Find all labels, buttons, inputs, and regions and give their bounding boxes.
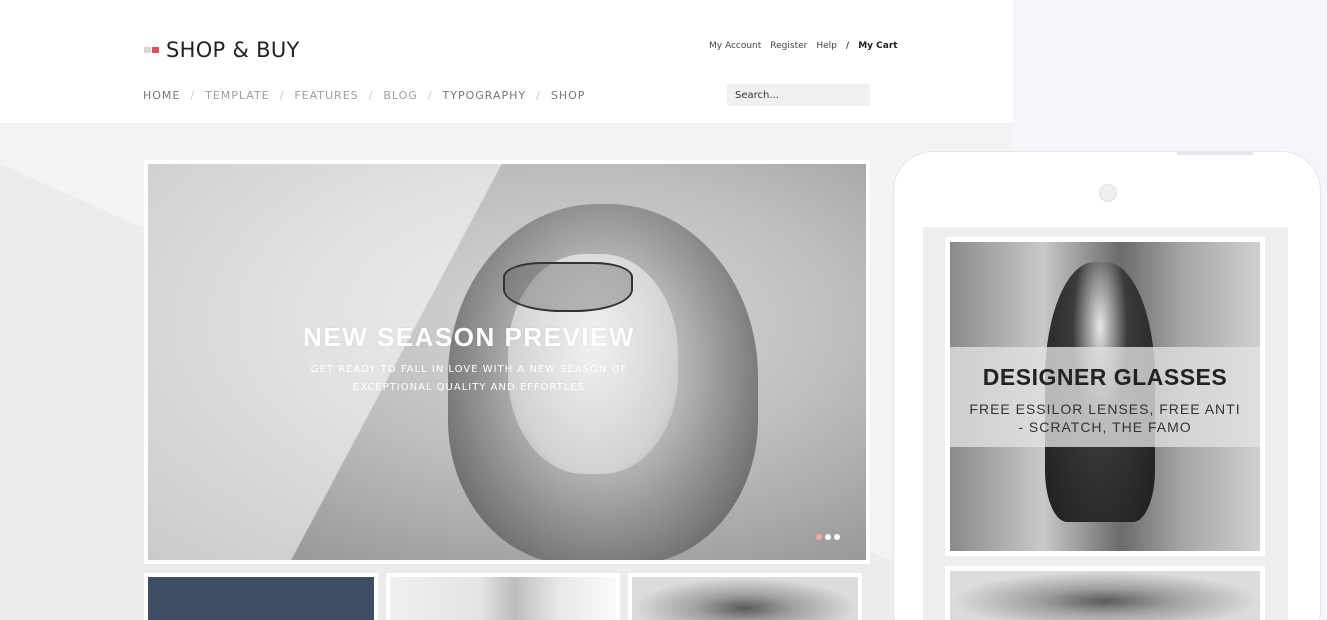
phone-speaker bbox=[1177, 151, 1253, 155]
feature-thumbnails bbox=[144, 573, 862, 620]
my-cart-link[interactable]: My Cart bbox=[858, 41, 897, 51]
nav-separator: / bbox=[190, 89, 196, 102]
thumbnail-image bbox=[148, 577, 374, 620]
register-link[interactable]: Register bbox=[770, 41, 807, 51]
nav-separator: / bbox=[279, 89, 285, 102]
slider-dot-1[interactable] bbox=[816, 534, 822, 540]
slider-dot-2[interactable] bbox=[825, 534, 831, 540]
mobile-promo-image: DESIGNER GLASSES FREE ESSILOR LENSES, FR… bbox=[950, 242, 1260, 551]
help-link[interactable]: Help bbox=[816, 41, 837, 51]
account-links: My Account Register Help / My Cart bbox=[709, 41, 898, 51]
hero-slide[interactable]: NEW SEASON PREVIEW GET READY TO FALL IN … bbox=[148, 164, 866, 560]
logo-mark-icon bbox=[144, 47, 159, 53]
thumbnail-card[interactable] bbox=[628, 573, 862, 620]
nav-item-home[interactable]: HOME bbox=[143, 89, 180, 102]
logo-text: SHOP & BUY bbox=[166, 38, 300, 62]
hero-subtitle-line2: EXCEPTIONAL QUALITY AND EFFORTLES bbox=[352, 382, 586, 393]
my-account-link[interactable]: My Account bbox=[709, 41, 761, 51]
main-nav: HOME / TEMPLATE / FEATURES / BLOG / TYPO… bbox=[143, 89, 585, 102]
thumbnail-card[interactable] bbox=[386, 573, 620, 620]
logo[interactable]: SHOP & BUY bbox=[144, 38, 300, 62]
thumbnail-image bbox=[390, 577, 616, 620]
nav-item-typography[interactable]: TYPOGRAPHY bbox=[443, 89, 527, 102]
phone-camera-icon bbox=[1099, 184, 1117, 202]
mobile-promo-title: DESIGNER GLASSES bbox=[982, 364, 1228, 390]
site-header: SHOP & BUY My Account Register Help / My… bbox=[0, 0, 1013, 123]
account-separator: / bbox=[845, 41, 850, 51]
mobile-promo-card[interactable]: DESIGNER GLASSES FREE ESSILOR LENSES, FR… bbox=[945, 237, 1265, 556]
hero-caption: NEW SEASON PREVIEW GET READY TO FALL IN … bbox=[148, 322, 866, 397]
hero-slider: NEW SEASON PREVIEW GET READY TO FALL IN … bbox=[144, 160, 870, 564]
mobile-card-next[interactable] bbox=[945, 566, 1265, 620]
mobile-promo-subtitle: FREE ESSILOR LENSES, FREE ANTI - SCRATCH… bbox=[969, 401, 1241, 435]
nav-separator: / bbox=[368, 89, 374, 102]
nav-item-template[interactable]: TEMPLATE bbox=[205, 89, 270, 102]
hero-subtitle: GET READY TO FALL IN LOVE WITH A NEW SEA… bbox=[148, 361, 866, 397]
nav-item-blog[interactable]: BLOG bbox=[383, 89, 417, 102]
nav-separator: / bbox=[536, 89, 541, 102]
nav-separator: / bbox=[427, 89, 433, 102]
hero-subtitle-line1: GET READY TO FALL IN LOVE WITH A NEW SEA… bbox=[310, 364, 628, 375]
slider-dot-3[interactable] bbox=[834, 534, 840, 540]
nav-item-shop[interactable]: SHOP bbox=[551, 89, 586, 102]
thumbnail-image bbox=[632, 577, 858, 620]
mobile-card-next-image bbox=[950, 571, 1260, 620]
nav-item-features[interactable]: FEATURES bbox=[294, 89, 358, 102]
thumbnail-card[interactable] bbox=[144, 573, 378, 620]
slider-dots bbox=[816, 534, 840, 540]
hero-title: NEW SEASON PREVIEW bbox=[303, 322, 635, 352]
search-input[interactable] bbox=[727, 84, 870, 106]
